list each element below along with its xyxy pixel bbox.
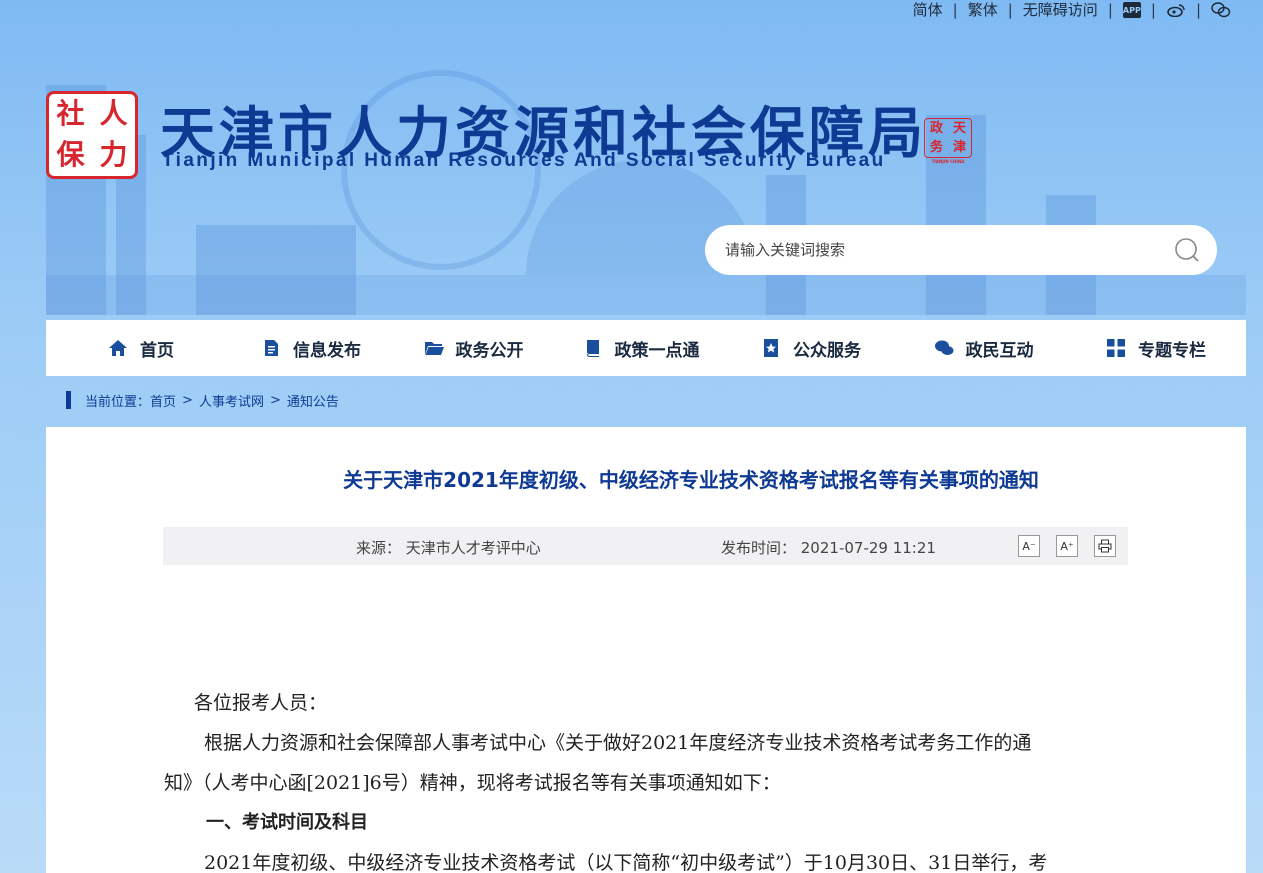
building-decoration <box>196 225 356 315</box>
article-body: 各位报考人员： 根据人力资源和社会保障部人事考试中心《关于做好2021年度经济专… <box>164 683 1129 873</box>
site-title-english: Tianjin Municipal Human Resources And So… <box>162 150 886 171</box>
font-increase-button[interactable]: A⁺ <box>1056 535 1078 557</box>
wechat-icon[interactable] <box>1211 2 1231 18</box>
article-title: 关于天津市2021年度初级、中级经济专业技术资格考试报名等有关事项的通知 <box>343 468 1039 492</box>
breadcrumb-prefix: 当前位置： <box>85 394 151 410</box>
nav-item-public-service[interactable]: 公众服务 <box>721 320 901 376</box>
breadcrumb-exam-site[interactable]: 人事考试网 <box>199 391 264 410</box>
folder-icon <box>424 342 444 355</box>
nav-item-label: 首页 <box>140 340 174 361</box>
grid-icon <box>1107 339 1125 357</box>
nav-item-gov-affairs[interactable]: 政务公开 <box>386 320 561 376</box>
search-bar <box>705 225 1217 275</box>
nav-item-news[interactable]: 信息发布 <box>236 320 386 376</box>
traditional-chinese-link[interactable]: 繁体 <box>958 2 1008 18</box>
city-seal-english: TIANJIN CHINA <box>931 159 965 164</box>
breadcrumb-marker <box>66 391 71 409</box>
tianjin-city-seal: 政 天 务 津 TIANJIN CHINA <box>924 118 972 168</box>
article-publish-time: 发布时间： 2021-07-29 11:21 <box>721 539 936 557</box>
search-button[interactable] <box>1157 225 1217 275</box>
divider: | <box>1195 1 1201 19</box>
weibo-icon[interactable] <box>1166 2 1186 18</box>
nav-item-label: 政民互动 <box>965 340 1034 361</box>
article-paragraph: 根据人力资源和社会保障部人事考试中心《关于做好2021年度经济专业技术资格考试考… <box>204 732 1032 754</box>
divider: | <box>1107 1 1113 19</box>
city-seal-char: 天 <box>952 120 966 136</box>
nav-item-label: 公众服务 <box>793 340 861 361</box>
seal-char: 人 <box>99 97 128 130</box>
app-icon[interactable]: APP <box>1122 2 1141 18</box>
breadcrumb-separator: > <box>269 392 281 408</box>
bureau-seal-logo[interactable]: 社 人 保 力 <box>46 91 138 179</box>
simplified-chinese-link[interactable]: 简体 <box>903 2 953 18</box>
font-decrease-button[interactable]: A⁻ <box>1018 535 1040 557</box>
breadcrumb: 当前位置： 首页 > 人事考试网 > 通知公告 <box>66 390 339 410</box>
main-navigation: 首页 信息发布 政务公开 政策一点通 公众服务 政民互动 专题专栏 <box>46 320 1246 376</box>
breadcrumb-home[interactable]: 首页 <box>150 391 176 410</box>
print-icon <box>1098 539 1112 553</box>
article-source: 来源： 天津市人才考评中心 <box>356 539 541 557</box>
city-seal-char: 政 <box>929 120 943 136</box>
nav-item-label: 信息发布 <box>293 340 361 361</box>
seal-char: 力 <box>99 138 128 171</box>
seal-char: 社 <box>56 97 85 130</box>
city-seal-char: 津 <box>952 139 966 155</box>
breadcrumb-notices[interactable]: 通知公告 <box>287 391 339 410</box>
star-badge-icon <box>764 339 778 357</box>
city-seal-char: 务 <box>929 139 943 155</box>
nav-item-policy[interactable]: 政策一点通 <box>561 320 721 376</box>
ground-decoration <box>46 275 1246 315</box>
chat-icon <box>934 340 953 355</box>
document-icon <box>265 340 278 356</box>
nav-item-label: 政务公开 <box>455 340 524 361</box>
search-input[interactable] <box>705 241 1157 259</box>
article-section-heading: 一、考试时间及科目 <box>206 812 368 833</box>
home-icon <box>109 340 127 356</box>
article-paragraph: 2021年度初级、中级经济专业技术资格考试（以下简称“初中级考试”）于10月30… <box>204 852 1048 873</box>
article-paragraph: 知》（人考中心函[2021]6号）精神，现将考试报名等有关事项通知如下： <box>164 772 781 794</box>
nav-item-special-topics[interactable]: 专题专栏 <box>1066 320 1246 376</box>
search-icon <box>1175 238 1199 262</box>
divider: | <box>1150 1 1156 19</box>
print-button[interactable] <box>1094 535 1116 557</box>
article-container: 关于天津市2021年度初级、中级经济专业技术资格考试报名等有关事项的通知 来源：… <box>46 427 1246 873</box>
article-meta-bar: 来源： 天津市人才考评中心 发布时间： 2021-07-29 11:21 A⁻ … <box>163 527 1128 565</box>
nav-item-interaction[interactable]: 政民互动 <box>901 320 1066 376</box>
nav-item-home[interactable]: 首页 <box>46 320 236 376</box>
accessibility-link[interactable]: 无障碍访问 <box>1013 2 1108 18</box>
article-greeting: 各位报考人员： <box>194 692 328 714</box>
top-utility-bar: 简体 | 繁体 | 无障碍访问 | APP | | <box>903 0 1241 20</box>
book-icon <box>586 340 599 357</box>
breadcrumb-separator: > <box>182 392 193 408</box>
nav-item-label: 专题专栏 <box>1138 340 1206 361</box>
seal-char: 保 <box>56 138 85 171</box>
nav-item-label: 政策一点通 <box>614 340 700 361</box>
